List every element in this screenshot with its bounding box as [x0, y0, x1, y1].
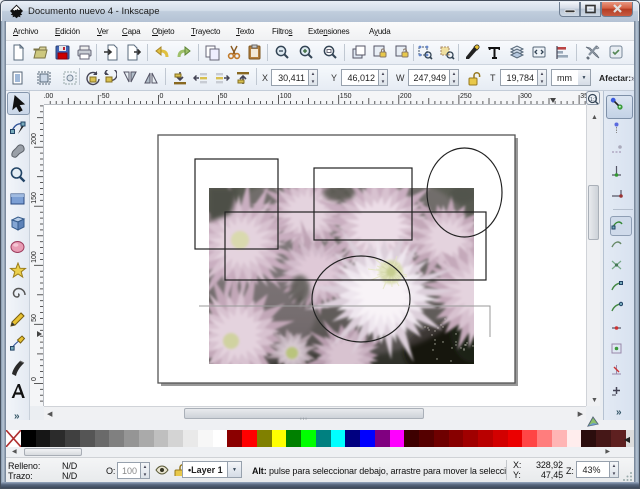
svg-text:50: 50	[220, 93, 228, 100]
svg-text:150: 150	[340, 93, 352, 100]
svg-text:-50: -50	[99, 93, 109, 100]
svg-text:100: 100	[31, 251, 38, 263]
svg-text:0: 0	[160, 93, 164, 100]
svg-text:100: 100	[280, 93, 292, 100]
svg-text:-100: -100	[44, 93, 53, 100]
svg-text:150: 150	[31, 192, 38, 204]
svg-text:200: 200	[31, 133, 38, 145]
svg-text:200: 200	[400, 93, 412, 100]
svg-text:50: 50	[31, 314, 38, 322]
svg-text:250: 250	[460, 93, 472, 100]
svg-text:0: 0	[31, 377, 38, 381]
svg-text:300: 300	[520, 93, 532, 100]
